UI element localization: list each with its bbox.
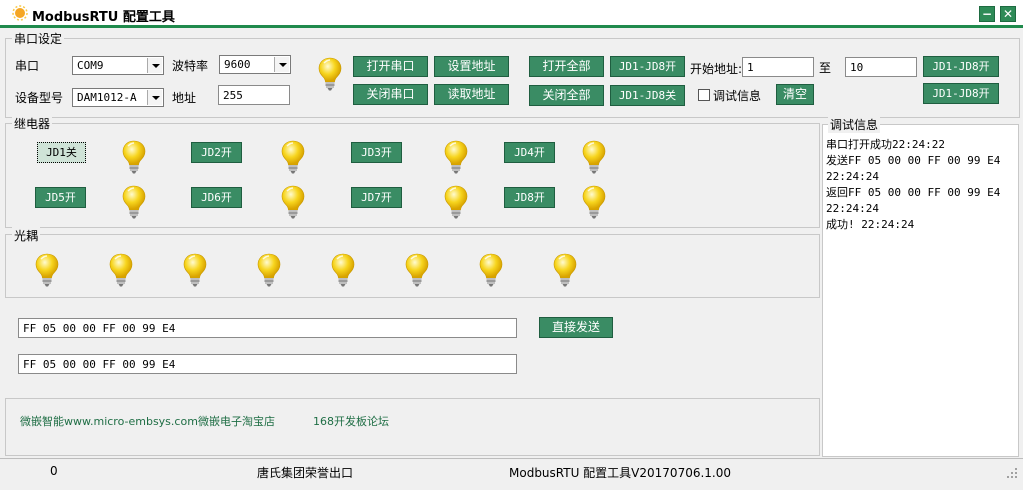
debug-group-label: 调试信息 [828,116,881,133]
range-on-button-2[interactable]: JD1-JD8开 [923,83,999,104]
status-count: 0 [50,464,58,478]
minimize-button[interactable]: − [979,6,995,22]
relay-jd7-lightbulb-icon [444,185,468,219]
optocoupler-3-lightbulb-icon [183,253,207,287]
debug-line: 串口打开成功22:24:22 [826,138,945,151]
to-label: 至 [819,61,832,75]
start-address-input[interactable]: 1 [742,57,814,77]
optocoupler-1-lightbulb-icon [35,253,59,287]
address-label: 地址 [172,91,197,105]
close-port-button[interactable]: 关闭串口 [353,84,428,105]
status-bar: 0 唐氏集团荣誉出口 ModbusRTU 配置工具V20170706.1.00 [0,458,1023,482]
optocoupler-7-lightbulb-icon [479,253,503,287]
range-on-button[interactable]: JD1-JD8开 [923,56,999,77]
status-lightbulb-icon [318,57,342,91]
relay-group-label: 继电器 [12,115,53,132]
sun-icon [12,5,28,21]
address-input[interactable]: 255 [218,85,290,105]
relay-jd1-lightbulb-icon [122,140,146,174]
debug-line: 发送FF 05 00 00 FF 00 99 E4 [826,154,1001,167]
model-label: 设备型号 [15,91,64,105]
close-button[interactable]: ✕ [1000,6,1016,22]
window-title: ModbusRTU 配置工具 [32,10,175,25]
optocoupler-4-lightbulb-icon [257,253,281,287]
serial-group-label: 串口设定 [12,30,65,47]
chevron-down-icon[interactable] [274,57,289,72]
debug-log: 串口打开成功22:24:22 发送FF 05 00 00 FF 00 99 E4… [826,137,1016,233]
optocoupler-group-label: 光耦 [12,227,41,244]
website-link[interactable]: 微嵌智能www.micro-embsys.com [20,413,198,429]
optocoupler-8-lightbulb-icon [553,253,577,287]
optocoupler-2-lightbulb-icon [109,253,133,287]
relay-jd1-button[interactable]: JD1关 [37,142,86,163]
relay-jd3-lightbulb-icon [444,140,468,174]
debug-line: 22:24:24 [826,202,879,215]
open-all-button[interactable]: 打开全部 [529,56,604,77]
title-bar: ModbusRTU 配置工具 − ✕ [0,0,1023,28]
baud-select[interactable]: 9600 [219,55,291,74]
port-select[interactable]: COM9 [72,56,164,75]
start-address-label: 开始地址: [690,62,743,76]
status-version: ModbusRTU 配置工具V20170706.1.00 [509,466,732,480]
relay-jd8-button[interactable]: JD8开 [504,187,555,208]
set-address-button[interactable]: 设置地址 [434,56,509,77]
end-address-input[interactable]: 10 [845,57,917,77]
response-field[interactable]: FF 05 00 00 FF 00 99 E4 [18,354,517,374]
relay-jd5-lightbulb-icon [122,185,146,219]
relay-jd2-button[interactable]: JD2开 [191,142,242,163]
taobao-store-link[interactable]: 微嵌电子淘宝店 [198,413,275,429]
relay-jd6-lightbulb-icon [281,185,305,219]
relay-jd3-button[interactable]: JD3开 [351,142,402,163]
relay-jd8-lightbulb-icon [582,185,606,219]
clear-button[interactable]: 清空 [776,84,814,105]
baud-label: 波特率 [172,59,209,73]
optocoupler-5-lightbulb-icon [331,253,355,287]
debug-line: 返回FF 05 00 00 FF 00 99 E4 [826,186,1001,199]
chevron-down-icon[interactable] [147,90,162,105]
relay-jd6-button[interactable]: JD6开 [191,187,242,208]
open-port-button[interactable]: 打开串口 [353,56,428,77]
command-input[interactable]: FF 05 00 00 FF 00 99 E4 [18,318,517,338]
optocoupler-6-lightbulb-icon [405,253,429,287]
read-address-button[interactable]: 读取地址 [434,84,509,105]
debug-info-label: 调试信息 [713,89,762,103]
status-center-text: 唐氏集团荣誉出口 [257,466,354,480]
resize-grip-icon[interactable] [1006,467,1018,479]
port-label: 串口 [15,59,40,73]
debug-line: 22:24:24 [826,170,879,183]
debug-info-checkbox[interactable] [698,89,710,101]
forum-link[interactable]: 168开发板论坛 [313,413,389,429]
close-all-button[interactable]: 关闭全部 [529,85,604,106]
relay-jd7-button[interactable]: JD7开 [351,187,402,208]
relay-jd5-button[interactable]: JD5开 [35,187,86,208]
chevron-down-icon[interactable] [147,58,162,73]
direct-send-button[interactable]: 直接发送 [539,317,613,338]
relay-jd4-button[interactable]: JD4开 [504,142,555,163]
debug-line: 成功! 22:24:24 [826,218,915,231]
relay-jd2-lightbulb-icon [281,140,305,174]
relay-jd4-lightbulb-icon [582,140,606,174]
jd-all-off-button[interactable]: JD1-JD8关 [610,85,685,106]
jd-all-on-button[interactable]: JD1-JD8开 [610,56,685,77]
model-select[interactable]: DAM1012-A [72,88,164,107]
